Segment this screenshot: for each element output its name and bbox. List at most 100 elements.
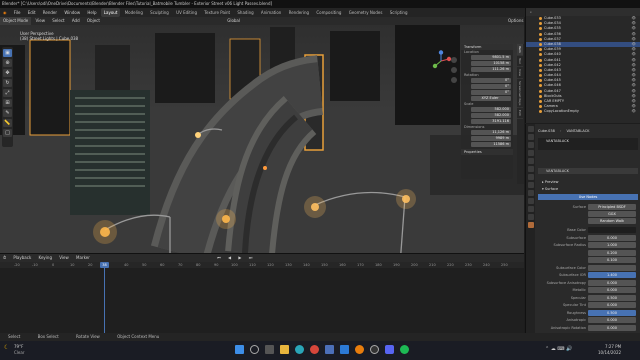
material-field-value[interactable]: 0.500 — [588, 309, 636, 316]
subsurface-method-dropdown[interactable]: Random Walk — [588, 218, 636, 224]
menu-help[interactable]: Help — [84, 8, 99, 17]
cursor-tool-icon[interactable]: ⊕ — [3, 59, 12, 67]
edge-icon[interactable] — [295, 345, 304, 354]
search-icon[interactable] — [250, 345, 259, 354]
menu-file[interactable]: File — [11, 8, 24, 17]
options-menu[interactable]: Options — [505, 17, 524, 25]
material-field-value[interactable]: 0.000 — [588, 302, 636, 308]
modifier-tab-icon[interactable] — [527, 182, 534, 188]
properties-editor[interactable]: Cube.038 › VANTABLACK VANTABLACK VANTABL… — [525, 124, 640, 333]
scene-tab-icon[interactable] — [527, 158, 534, 164]
tab-edit[interactable]: Edit — [517, 108, 523, 120]
system-tray-icons[interactable]: ⌃ ☁ ⌨ 🔊 — [545, 346, 572, 352]
material-field-value[interactable]: 1.000 — [588, 242, 636, 248]
output-properties-tab-icon[interactable] — [527, 142, 534, 148]
location-x-field[interactable]: 9801.5 m — [471, 55, 511, 60]
marker-menu[interactable]: Marker — [73, 254, 93, 262]
tab-texture-paint[interactable]: Texture Paint — [201, 8, 233, 17]
menu-edit[interactable]: Edit — [25, 8, 39, 17]
material-field-value[interactable]: 0.500 — [588, 294, 636, 301]
tab-view[interactable]: View — [517, 67, 523, 79]
view-menu-timeline[interactable]: View — [56, 254, 72, 262]
material-field-value[interactable]: 0.000 — [588, 324, 636, 331]
object-mode-dropdown[interactable]: Object Mode — [0, 17, 32, 25]
material-datablock-field[interactable]: VANTABLACK — [538, 168, 638, 174]
view-menu[interactable]: View — [32, 17, 48, 25]
add-menu[interactable]: Add — [69, 17, 83, 25]
keying-menu[interactable]: Keying — [36, 254, 55, 262]
tab-layout[interactable]: Layout — [100, 8, 121, 17]
surface-panel-header[interactable]: ▾ Surface — [538, 186, 638, 192]
location-z-field[interactable]: 111.26 m — [471, 67, 511, 72]
menu-render[interactable]: Render — [40, 8, 60, 17]
material-field-value[interactable]: 0.100 — [588, 257, 636, 263]
material-field-value[interactable]: 0.000 — [588, 287, 636, 293]
mail-icon[interactable] — [340, 345, 349, 354]
object-menu[interactable]: Object — [84, 17, 103, 25]
material-slot-list[interactable]: VANTABLACK — [538, 138, 638, 150]
select-menu[interactable]: Select — [49, 17, 67, 25]
measure-tool-icon[interactable]: 📏 — [3, 119, 12, 127]
tool-properties-tab-icon[interactable] — [527, 126, 534, 132]
menu-window[interactable]: Window — [61, 8, 83, 17]
data-tab-icon[interactable] — [527, 214, 534, 220]
timeline-editor[interactable]: ⏱ Playback Keying View Marker ⏮ ◀ ▶ ⏭ -2… — [0, 253, 524, 334]
move-tool-icon[interactable]: ✥ — [3, 69, 12, 77]
tab-tool[interactable]: Tool — [517, 56, 523, 67]
location-y-field[interactable]: 10158 m — [471, 61, 511, 66]
pan-view-icon[interactable] — [451, 67, 457, 73]
material-field-value[interactable]: 0.200 — [588, 249, 636, 256]
material-field-value[interactable]: 0.000 — [588, 234, 636, 241]
weather-widget[interactable]: 79°F Clear — [14, 344, 24, 356]
scale-y-field[interactable]: 582.000 — [471, 113, 511, 118]
timeline-editor-type-icon[interactable]: ⏱ — [0, 254, 9, 262]
jump-start-icon[interactable]: ⏮ — [214, 254, 224, 262]
3d-viewport[interactable]: Object Mode View Select Add Object Globa… — [0, 17, 524, 253]
rotation-x-field[interactable]: 0° — [471, 78, 511, 83]
camera-view-icon[interactable] — [451, 77, 457, 83]
material-field-value[interactable]: 0.000 — [588, 279, 636, 286]
tab-shading[interactable]: Shading — [234, 8, 256, 17]
chrome-icon[interactable] — [310, 345, 319, 354]
preview-panel-header[interactable]: ▸ Preview — [538, 179, 638, 185]
playback-menu[interactable]: Playback — [10, 254, 34, 262]
visibility-eye-icon[interactable]: 👁 — [632, 109, 636, 114]
play-reverse-icon[interactable]: ◀ — [225, 254, 234, 262]
tab-modeling[interactable]: Modeling — [122, 8, 146, 17]
material-field-value[interactable]: 0.000 — [588, 317, 636, 323]
dimensions-z-field[interactable]: 11586 m — [471, 142, 511, 147]
scale-z-field[interactable]: 3191.116 — [471, 119, 511, 124]
transform-orientation-dropdown[interactable]: Global — [224, 17, 243, 25]
outliner[interactable]: ⌕ Cube.033 👁 Cube.034 👁 Cube.035 👁 Cube.036 👁 Cu… — [525, 8, 640, 123]
obs-icon[interactable] — [370, 345, 379, 354]
tab-item[interactable]: Item — [517, 44, 523, 56]
scale-tool-icon[interactable]: ⤢ — [3, 89, 12, 97]
tab-rendering[interactable]: Rendering — [286, 8, 312, 17]
tab-compositing[interactable]: Compositing — [313, 8, 344, 17]
rotate-tool-icon[interactable]: ↻ — [3, 79, 12, 87]
tab-geometry-nodes[interactable]: Geometry Nodes — [346, 8, 386, 17]
store-icon[interactable] — [325, 345, 334, 354]
material-slot-item[interactable]: VANTABLACK — [538, 139, 569, 143]
render-properties-tab-icon[interactable] — [527, 134, 534, 140]
tab-animation[interactable]: Animation — [258, 8, 284, 17]
blender-logo-icon[interactable]: ◉ — [0, 8, 10, 17]
particles-tab-icon[interactable] — [527, 190, 534, 196]
material-datablock-name[interactable]: VANTABLACK — [546, 169, 569, 173]
object-tab-icon[interactable] — [527, 174, 534, 180]
dimensions-x-field[interactable]: 11,126 m — [471, 130, 511, 135]
tab-screencast-keys[interactable]: Screencast Keys — [517, 79, 523, 109]
material-field-value[interactable] — [588, 264, 636, 271]
task-view-icon[interactable] — [265, 345, 274, 354]
clock[interactable]: 7:27 PM 10/14/2022 — [598, 344, 621, 356]
play-icon[interactable]: ▶ — [235, 254, 244, 262]
surface-shader-dropdown[interactable]: Principled BSDF — [588, 204, 636, 210]
dimensions-y-field[interactable]: 9989 m — [471, 136, 511, 141]
navigation-gizmo[interactable] — [430, 50, 452, 72]
tab-scripting[interactable]: Scripting — [387, 8, 411, 17]
material-tab-icon[interactable] — [527, 222, 534, 228]
jump-end-icon[interactable]: ⏭ — [246, 254, 256, 262]
current-frame-indicator[interactable]: 38 — [100, 262, 109, 268]
select-box-tool-icon[interactable]: ▣ — [3, 49, 12, 57]
file-explorer-icon[interactable] — [280, 345, 289, 354]
